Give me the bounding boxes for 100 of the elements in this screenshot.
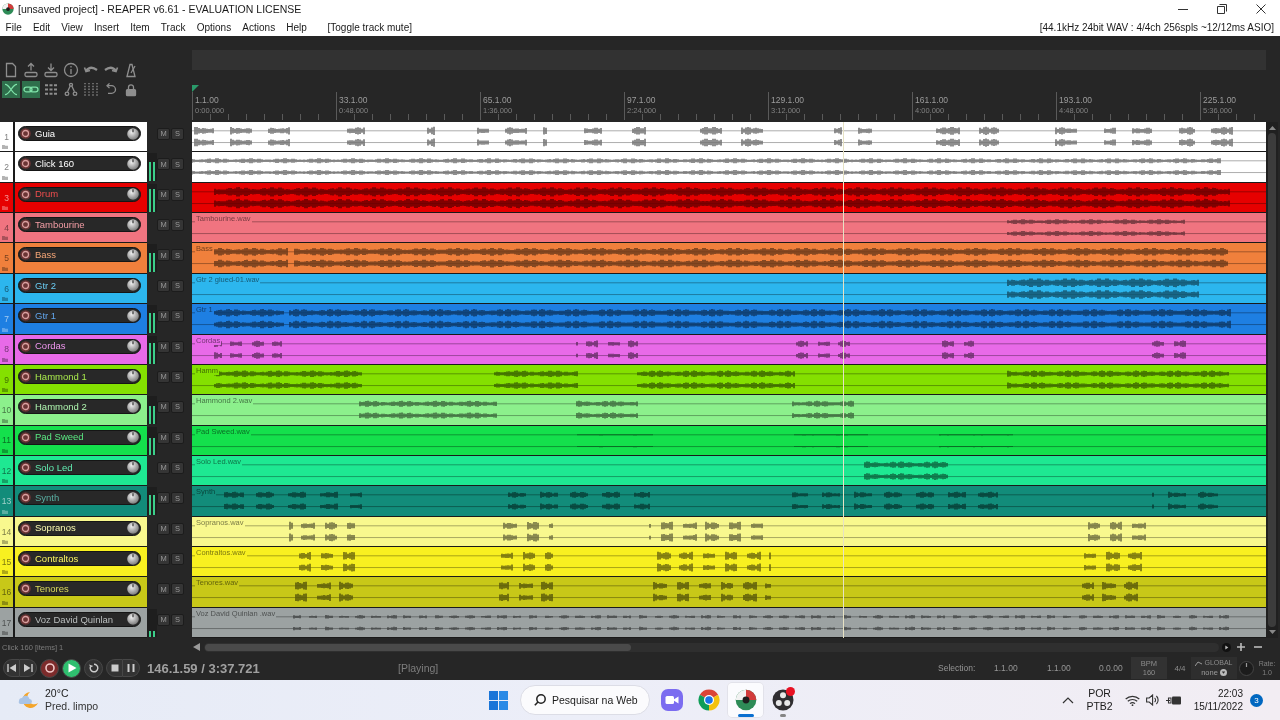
record-arm-icon[interactable] xyxy=(20,370,31,382)
volume-knob[interactable] xyxy=(127,522,139,535)
volume-knob[interactable] xyxy=(127,491,139,504)
menu-item[interactable]: Help xyxy=(280,21,313,33)
menu-item[interactable]: Insert xyxy=(88,21,125,33)
scrollbar-thumb[interactable] xyxy=(205,643,631,651)
crossed-curves-icon[interactable] xyxy=(2,80,20,98)
track-name[interactable]: Drum xyxy=(35,189,127,199)
video-camera-icon[interactable] xyxy=(660,689,683,711)
track-name-bar[interactable]: Tenores xyxy=(18,581,141,597)
record-arm-icon[interactable] xyxy=(20,522,31,534)
record-arm-icon[interactable] xyxy=(20,158,31,170)
volume-knob[interactable] xyxy=(127,431,139,444)
track-name-bar[interactable]: Guia xyxy=(18,126,141,141)
circle-play-icon[interactable] xyxy=(1222,642,1231,652)
info-icon[interactable] xyxy=(63,62,79,78)
speaker-icon[interactable] xyxy=(1145,694,1159,706)
volume-knob[interactable] xyxy=(127,400,139,413)
record-arm-icon[interactable] xyxy=(20,219,31,231)
audio-item[interactable] xyxy=(192,152,1266,183)
track-name-bar[interactable]: Sopranos xyxy=(18,520,141,536)
record-arm-icon[interactable] xyxy=(20,461,31,473)
menu-item[interactable]: View xyxy=(55,21,89,33)
record-arm-icon[interactable] xyxy=(20,279,31,291)
track-name[interactable]: Hammond 1 xyxy=(35,371,127,382)
minimize-icon[interactable] xyxy=(1177,8,1188,10)
record-arm-icon[interactable] xyxy=(20,553,31,565)
volume-knob[interactable] xyxy=(127,461,139,474)
volume-knob[interactable] xyxy=(127,613,139,626)
track-name[interactable]: Pad Sweed xyxy=(35,432,127,442)
record-arm-icon[interactable] xyxy=(20,249,31,261)
track-name[interactable]: Tenores xyxy=(35,584,127,594)
audio-item[interactable] xyxy=(192,182,1266,214)
taskbar-app-button[interactable] xyxy=(727,682,764,718)
volume-knob[interactable] xyxy=(127,340,139,352)
pause-button[interactable] xyxy=(123,659,140,677)
track-name-bar[interactable]: Pad Sweed xyxy=(18,429,141,445)
play-button[interactable] xyxy=(62,658,81,678)
skip-forward-button[interactable] xyxy=(20,659,37,677)
clock-date[interactable]: 15/11/2022 xyxy=(1193,700,1243,713)
tricolor-circle-icon[interactable] xyxy=(697,689,720,711)
volume-knob[interactable] xyxy=(127,127,139,140)
download-tray-icon[interactable] xyxy=(43,62,59,78)
record-arm-icon[interactable] xyxy=(20,492,31,504)
volume-knob[interactable] xyxy=(127,218,139,231)
audio-item[interactable] xyxy=(192,122,1266,153)
track-name-bar[interactable]: Cordas xyxy=(18,338,141,354)
track-name-bar[interactable]: Hammond 1 xyxy=(18,368,141,384)
volume-knob[interactable] xyxy=(127,188,139,201)
record-arm-icon[interactable] xyxy=(20,401,31,413)
track-name-bar[interactable]: Bass xyxy=(18,247,141,263)
track-name[interactable]: Gtr 2 xyxy=(35,280,127,291)
volume-knob[interactable] xyxy=(127,248,139,261)
restore-icon[interactable] xyxy=(1216,4,1227,14)
search-button[interactable]: Pesquisar na Web xyxy=(520,685,650,715)
record-button[interactable] xyxy=(40,658,59,678)
track-name[interactable]: Click 160 xyxy=(35,159,127,169)
battery-plug-icon[interactable] xyxy=(1165,694,1182,706)
weather-condition[interactable]: Pred. limpo xyxy=(45,700,99,713)
record-arm-icon[interactable] xyxy=(20,340,31,352)
chain-link-icon[interactable] xyxy=(22,80,40,98)
track-name-bar[interactable]: Gtr 1 xyxy=(18,308,141,324)
dotted-grid-icon[interactable] xyxy=(82,80,100,98)
dropdown-icon[interactable] xyxy=(1219,669,1227,676)
scrollbar-thumb[interactable] xyxy=(1268,133,1276,627)
four-squares-icon[interactable] xyxy=(489,690,508,710)
record-arm-icon[interactable] xyxy=(20,583,31,595)
node-link-icon[interactable] xyxy=(62,80,80,98)
language-code[interactable]: POR xyxy=(1088,687,1111,700)
notification-badge[interactable]: 3 xyxy=(1250,693,1263,707)
repeat-button[interactable] xyxy=(84,658,103,678)
volume-knob[interactable] xyxy=(127,309,139,322)
scroll-left-icon[interactable] xyxy=(193,643,200,651)
track-name-bar[interactable]: Tambourine xyxy=(18,217,141,233)
menu-item[interactable]: Track xyxy=(155,21,192,33)
upload-tray-icon[interactable] xyxy=(23,62,39,78)
stop-button[interactable] xyxy=(106,659,123,677)
track-name-bar[interactable]: Click 160 xyxy=(18,156,141,172)
record-arm-icon[interactable] xyxy=(20,310,31,322)
volume-knob[interactable] xyxy=(127,582,139,595)
weather-temperature[interactable]: 20°C xyxy=(45,687,69,700)
menu-item[interactable]: Actions xyxy=(236,21,281,33)
scroll-up-icon[interactable] xyxy=(1268,126,1276,130)
close-icon[interactable] xyxy=(1255,4,1266,14)
track-name[interactable]: Contraltos xyxy=(35,553,127,564)
volume-knob[interactable] xyxy=(127,552,139,565)
track-name[interactable]: Voz David Quinlan xyxy=(35,614,127,624)
track-name-bar[interactable]: Drum xyxy=(18,186,141,202)
scroll-down-icon[interactable] xyxy=(1268,630,1276,634)
clock-time[interactable]: 22:03 xyxy=(1217,687,1243,700)
record-arm-icon[interactable] xyxy=(20,431,31,443)
skip-back-button[interactable] xyxy=(3,659,20,677)
menu-item[interactable]: Options xyxy=(191,21,237,33)
track-name[interactable]: Tambourine xyxy=(35,219,127,230)
track-name-bar[interactable]: Voz David Quinlan xyxy=(18,611,141,627)
track-name[interactable]: Synth xyxy=(35,493,127,503)
record-arm-icon[interactable] xyxy=(20,188,31,200)
track-name-bar[interactable]: Gtr 2 xyxy=(18,277,141,293)
record-arm-icon[interactable] xyxy=(20,613,31,625)
track-name[interactable]: Sopranos xyxy=(35,523,127,533)
